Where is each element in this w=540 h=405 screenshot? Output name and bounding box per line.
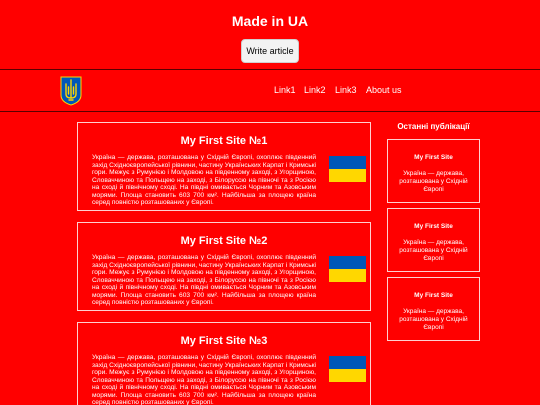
ukraine-trident-coat-of-arms-icon[interactable] — [60, 76, 82, 106]
navigation-bar: Link1 Link2 Link3 About us — [0, 70, 540, 111]
article-text: Україна — держава, розташована у Східній… — [92, 154, 317, 206]
recent-post-card[interactable]: My First Site Україна — держава, розташо… — [387, 277, 480, 341]
write-article-button[interactable]: Write article — [241, 39, 299, 63]
ukraine-flag-icon — [329, 356, 366, 382]
article-title[interactable]: My First Site №1 — [78, 135, 370, 147]
ukraine-flag-icon — [329, 156, 366, 182]
recent-post-text: Україна — держава, розташована у Східній… — [399, 239, 468, 262]
nav-divider — [0, 111, 540, 112]
recent-post-title: My First Site — [414, 223, 453, 230]
nav-link-about-us[interactable]: About us — [366, 85, 402, 95]
site-title: Made in UA — [231, 13, 309, 29]
recent-post-card[interactable]: My First Site Україна — держава, розташо… — [387, 208, 480, 272]
article-text: Україна — держава, розташована у Східній… — [92, 354, 317, 405]
article-title[interactable]: My First Site №2 — [78, 235, 370, 247]
article-card: My First Site №2 Україна — держава, розт… — [77, 222, 371, 311]
article-text: Україна — держава, розташована у Східній… — [92, 254, 317, 306]
recent-post-text: Україна — держава, розташована у Східній… — [399, 308, 468, 331]
recent-post-title: My First Site — [414, 154, 453, 161]
nav-link-3[interactable]: Link3 — [335, 85, 357, 95]
article-card: My First Site №3 Україна — держава, розт… — [77, 322, 371, 405]
sidebar-title: Останні публікації — [397, 122, 470, 131]
recent-post-title: My First Site — [414, 292, 453, 299]
nav-link-1[interactable]: Link1 — [274, 85, 296, 95]
nav-link-2[interactable]: Link2 — [304, 85, 326, 95]
article-title[interactable]: My First Site №3 — [78, 335, 370, 347]
recent-post-text: Україна — держава, розташована у Східній… — [399, 170, 468, 193]
article-card: My First Site №1 Україна — держава, розт… — [77, 122, 371, 211]
recent-post-card[interactable]: My First Site Україна — держава, розташо… — [387, 139, 480, 203]
ukraine-flag-icon — [329, 256, 366, 282]
top-header: Made in UA Write article — [0, 0, 540, 69]
